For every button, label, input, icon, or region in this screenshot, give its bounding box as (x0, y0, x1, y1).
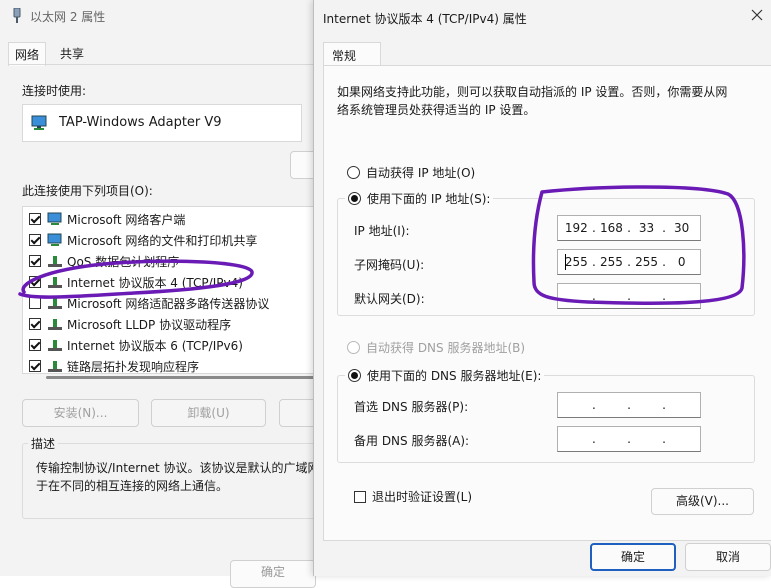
intro-line-1: 如果网络支持此功能，则可以获取自动指派的 IP 设置。否则，你需要从网 (337, 85, 728, 99)
manual-dns-radio-circle[interactable] (348, 369, 361, 382)
ok-button[interactable]: 确定 (590, 543, 676, 571)
auto-ip-radio-circle[interactable] (347, 166, 360, 179)
description-label: 描述 (28, 435, 59, 452)
auto-dns-radio[interactable]: 自动获得 DNS 服务器地址(B) (347, 339, 525, 356)
item-checkbox[interactable] (29, 360, 41, 372)
ip-address-label: IP 地址(I): (354, 224, 410, 238)
description-line-2: 于在不同的相互连接的网络上通信。 (36, 479, 229, 493)
manual-ip-radio[interactable]: 使用下面的 IP 地址(S): (345, 190, 494, 207)
auto-ip-radio[interactable]: 自动获得 IP 地址(O) (347, 164, 475, 181)
manual-dns-radio[interactable]: 使用下面的 DNS 服务器地址(E): (345, 367, 545, 384)
tab-general[interactable]: 常规 (323, 42, 381, 66)
auto-dns-label: 自动获得 DNS 服务器地址(B) (366, 341, 526, 355)
item-checkbox[interactable] (29, 213, 41, 225)
tab-divider (8, 64, 318, 65)
item-label: Microsoft 网络客户端 (67, 212, 186, 227)
alternate-dns-field[interactable]: ... (557, 426, 701, 452)
protocol-icon (47, 359, 63, 373)
auto-ip-label: 自动获得 IP 地址(O) (366, 166, 476, 180)
auto-dns-radio-circle[interactable] (347, 341, 360, 354)
uninstall-button[interactable]: 卸载(U) (151, 399, 266, 427)
title-bar: 以太网 2 属性 (0, 0, 318, 32)
network-monitor-icon (31, 115, 47, 130)
close-icon[interactable] (750, 8, 764, 22)
protocol-icon (47, 338, 63, 352)
manual-ip-label: 使用下面的 IP 地址(S): (367, 192, 491, 206)
item-label: Microsoft 网络的文件和打印机共享 (67, 233, 258, 248)
validate-checkbox-box[interactable] (354, 490, 366, 503)
validate-on-exit-checkbox[interactable]: 退出时验证设置(L) (354, 488, 472, 505)
item-checkbox[interactable] (29, 339, 41, 351)
list-item[interactable]: 链路层拓扑发现响应程序 (29, 356, 200, 374)
description-line-1: 传输控制协议/Internet 协议。该协议是默认的广域网 (36, 461, 320, 475)
cancel-button[interactable]: 取消 (685, 543, 771, 571)
dialog-title: Internet 协议版本 4 (TCP/IPv4) 属性 (323, 12, 527, 26)
tab-network[interactable]: 网络 (8, 42, 47, 66)
preferred-dns-field[interactable]: ... (557, 392, 701, 418)
connect-using-label: 连接时使用: (22, 84, 87, 98)
subnet-mask-label: 子网掩码(U): (354, 258, 425, 272)
item-label: Internet 协议版本 6 (TCP/IPv6) (67, 338, 243, 353)
advanced-button[interactable]: 高级(V)... (651, 488, 754, 515)
list-item[interactable]: Microsoft LLDP 协议驱动程序 (29, 314, 231, 334)
network-monitor-icon (47, 233, 63, 247)
network-monitor-icon (47, 212, 63, 226)
validate-label: 退出时验证设置(L) (372, 490, 473, 504)
back-ok-button[interactable]: 确定 (230, 560, 316, 588)
window-title: 以太网 2 属性 (30, 10, 106, 24)
list-item[interactable]: Microsoft 网络客户端 (29, 209, 185, 229)
manual-ip-radio-circle[interactable] (348, 192, 361, 205)
alternate-dns-label: 备用 DNS 服务器(A): (354, 434, 470, 448)
gateway-label: 默认网关(D): (354, 292, 425, 306)
item-checkbox[interactable] (29, 318, 41, 330)
tab-sharing[interactable]: 共享 (54, 42, 90, 65)
item-label: Microsoft LLDP 协议驱动程序 (67, 317, 232, 332)
intro-line-2: 络系统管理员处获得适当的 IP 设置。 (337, 103, 536, 117)
adapter-name: TAP-Windows Adapter V9 (59, 115, 222, 130)
item-label: 链路层拓扑发现响应程序 (67, 359, 200, 374)
item-checkbox[interactable] (29, 234, 41, 246)
manual-dns-label: 使用下面的 DNS 服务器地址(E): (367, 369, 542, 383)
horizontal-scrollbar[interactable] (46, 376, 316, 379)
annotation-ip-fields-loop (531, 185, 746, 306)
list-item[interactable]: Internet 协议版本 6 (TCP/IPv6) (29, 335, 243, 355)
install-button[interactable]: 安装(N)... (22, 399, 139, 427)
list-item[interactable]: Microsoft 网络的文件和打印机共享 (29, 230, 257, 250)
preferred-dns-label: 首选 DNS 服务器(P): (354, 400, 469, 414)
items-label: 此连接使用下列项目(O): (22, 184, 153, 198)
protocol-icon (47, 317, 63, 331)
adapter-box: TAP-Windows Adapter V9 (22, 104, 302, 142)
network-adapter-icon (13, 8, 21, 23)
annotation-ipv4-ellipse (18, 259, 254, 299)
